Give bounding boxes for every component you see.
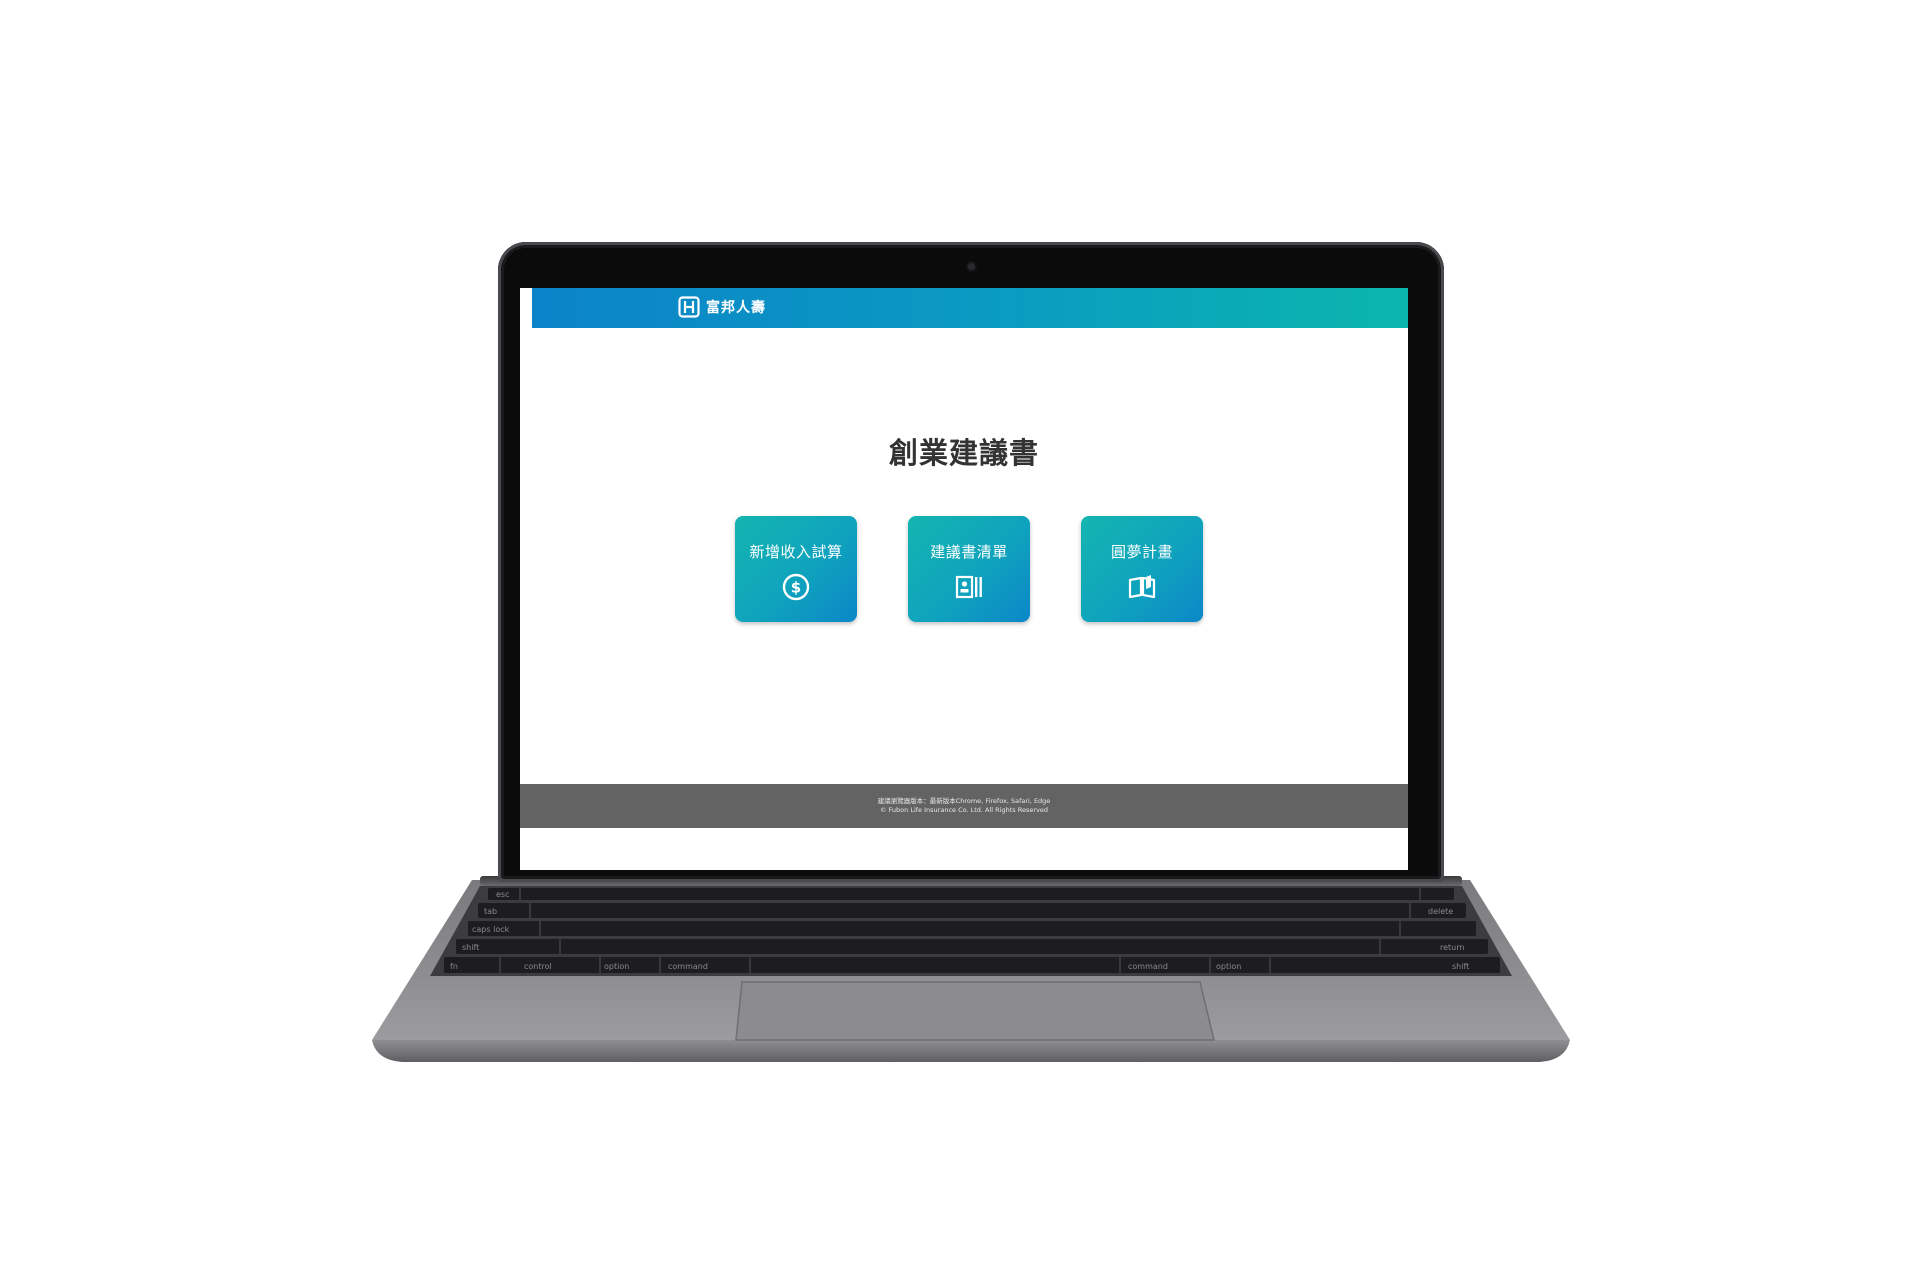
key-delete: delete bbox=[1428, 907, 1453, 916]
brand-logo[interactable]: 富邦人壽 bbox=[678, 296, 766, 318]
key-option-right: option bbox=[1216, 962, 1241, 971]
page-title: 創業建議書 bbox=[888, 436, 1039, 470]
webcam-icon bbox=[968, 263, 975, 270]
copyright: © Fubon Life Insurance Co. Ltd. All Righ… bbox=[879, 806, 1048, 814]
key-shift-right: shift bbox=[1452, 962, 1469, 971]
svg-text:$: $ bbox=[791, 579, 801, 597]
key-shift-left: shift bbox=[462, 943, 479, 952]
tile-label: 圓夢計畫 bbox=[1110, 543, 1173, 561]
key-fn: fn bbox=[450, 962, 458, 971]
tile-label: 建議書清單 bbox=[930, 543, 1008, 561]
key-esc: esc bbox=[496, 890, 510, 899]
brand-name: 富邦人壽 bbox=[706, 300, 766, 316]
key-control: control bbox=[524, 962, 552, 971]
keyboard bbox=[444, 888, 1500, 973]
key-tab: tab bbox=[484, 907, 497, 916]
key-command-right: command bbox=[1128, 962, 1168, 971]
dollar-circle-icon: $ bbox=[782, 573, 810, 601]
proposal-list-button[interactable]: 建議書清單 bbox=[908, 516, 1030, 622]
key-option-left: option bbox=[604, 962, 629, 971]
screen: 富邦人壽 創業建議書 新增收入試算 $ 建議書清單 圓夢計畫 建議瀏覽器版本：最… bbox=[520, 288, 1408, 870]
dream-plan-button[interactable]: 圓夢計畫 bbox=[1081, 516, 1203, 622]
open-book-icon bbox=[1128, 575, 1156, 599]
key-caps-lock: caps lock bbox=[472, 925, 510, 934]
document-list-icon bbox=[955, 575, 982, 599]
key-return: return bbox=[1440, 943, 1464, 952]
app-header: 富邦人壽 bbox=[532, 288, 1408, 328]
tile-group: 新增收入試算 $ 建議書清單 圓夢計畫 bbox=[735, 516, 1205, 626]
footer: 建議瀏覽器版本：最新版本Chrome, Firefox, Safari, Edg… bbox=[520, 784, 1408, 828]
key-command-left: command bbox=[668, 962, 708, 971]
tile-label: 新增收入試算 bbox=[749, 543, 843, 561]
new-income-calc-button[interactable]: 新增收入試算 $ bbox=[735, 516, 857, 622]
browser-note: 建議瀏覽器版本：最新版本Chrome, Firefox, Safari, Edg… bbox=[877, 797, 1051, 805]
fubon-logo-icon bbox=[678, 296, 700, 318]
trackpad[interactable] bbox=[735, 981, 1215, 1041]
